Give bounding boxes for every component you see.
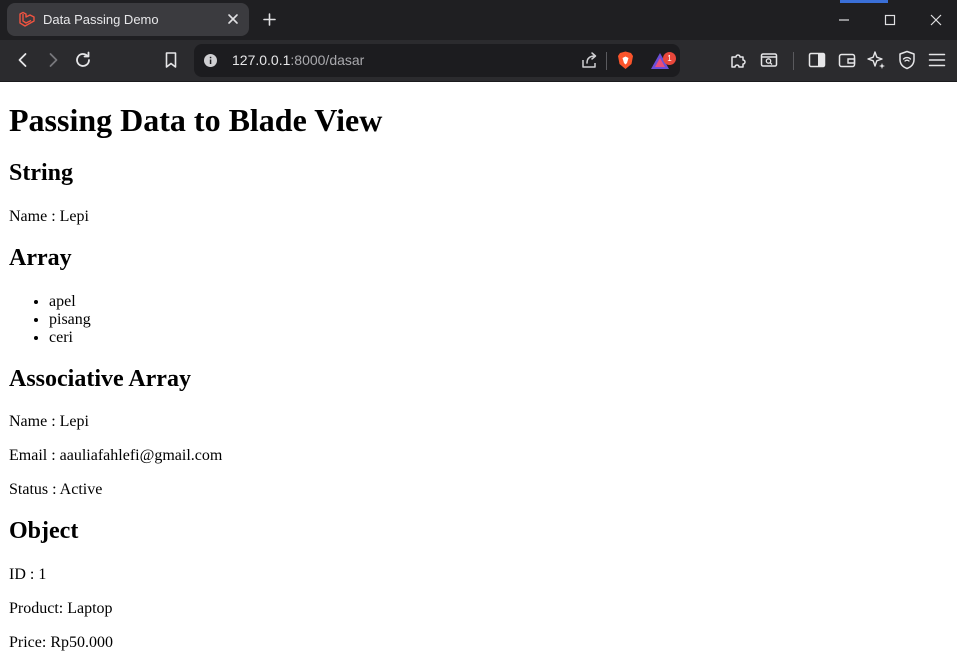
- page-content: Passing Data to Blade View String Name :…: [0, 82, 957, 663]
- site-info-icon[interactable]: [203, 53, 218, 68]
- reload-icon[interactable]: [72, 49, 94, 71]
- leo-ai-icon[interactable]: [866, 49, 888, 71]
- assoc-name-line: Name : Lepi: [9, 413, 89, 430]
- close-tab-icon[interactable]: [225, 11, 241, 27]
- minimize-icon[interactable]: [832, 8, 856, 32]
- share-icon[interactable]: [580, 51, 599, 70]
- browser-toolbar: 127.0.0.1:8000/dasar 1: [0, 40, 957, 82]
- list-item: apel: [49, 293, 91, 311]
- page-title: Passing Data to Blade View: [9, 102, 383, 138]
- address-bar[interactable]: 127.0.0.1:8000/dasar 1: [194, 44, 680, 77]
- list-item: pisang: [49, 311, 91, 329]
- maximize-icon[interactable]: [878, 8, 902, 32]
- tab-search-icon[interactable]: [758, 49, 780, 71]
- vpn-shield-icon[interactable]: [896, 49, 918, 71]
- assoc-array-heading: Associative Array: [9, 366, 191, 392]
- string-name-line: Name : Lepi: [9, 208, 89, 225]
- bookmark-icon[interactable]: [160, 49, 182, 71]
- close-window-icon[interactable]: [924, 8, 948, 32]
- assoc-email-line: Email : aauliafahlefi@gmail.com: [9, 447, 223, 464]
- object-heading: Object: [9, 518, 79, 544]
- url-text: 127.0.0.1:8000/dasar: [232, 52, 365, 68]
- browser-titlebar: Data Passing Demo: [0, 0, 957, 40]
- array-heading: Array: [9, 245, 72, 271]
- rewards-badge: 1: [663, 52, 676, 65]
- fruit-list: apel pisang ceri: [9, 293, 91, 347]
- back-icon[interactable]: [12, 49, 34, 71]
- assoc-status-line: Status : Active: [9, 481, 103, 498]
- string-heading: String: [9, 160, 74, 186]
- tab-title: Data Passing Demo: [43, 12, 159, 27]
- extensions-icon[interactable]: [728, 49, 750, 71]
- forward-icon[interactable]: [42, 49, 64, 71]
- laravel-icon: [19, 11, 35, 27]
- object-price-line: Price: Rp50.000: [9, 634, 113, 651]
- object-id-line: ID : 1: [9, 566, 47, 583]
- wallet-icon[interactable]: [836, 49, 858, 71]
- list-item: ceri: [49, 329, 91, 347]
- menu-icon[interactable]: [926, 49, 948, 71]
- profile-accent: [840, 0, 888, 3]
- new-tab-icon[interactable]: [261, 11, 278, 28]
- sidebar-icon[interactable]: [806, 49, 828, 71]
- brave-shields-icon[interactable]: [615, 50, 636, 71]
- browser-tab[interactable]: Data Passing Demo: [7, 3, 249, 36]
- object-product-line: Product: Laptop: [9, 600, 113, 617]
